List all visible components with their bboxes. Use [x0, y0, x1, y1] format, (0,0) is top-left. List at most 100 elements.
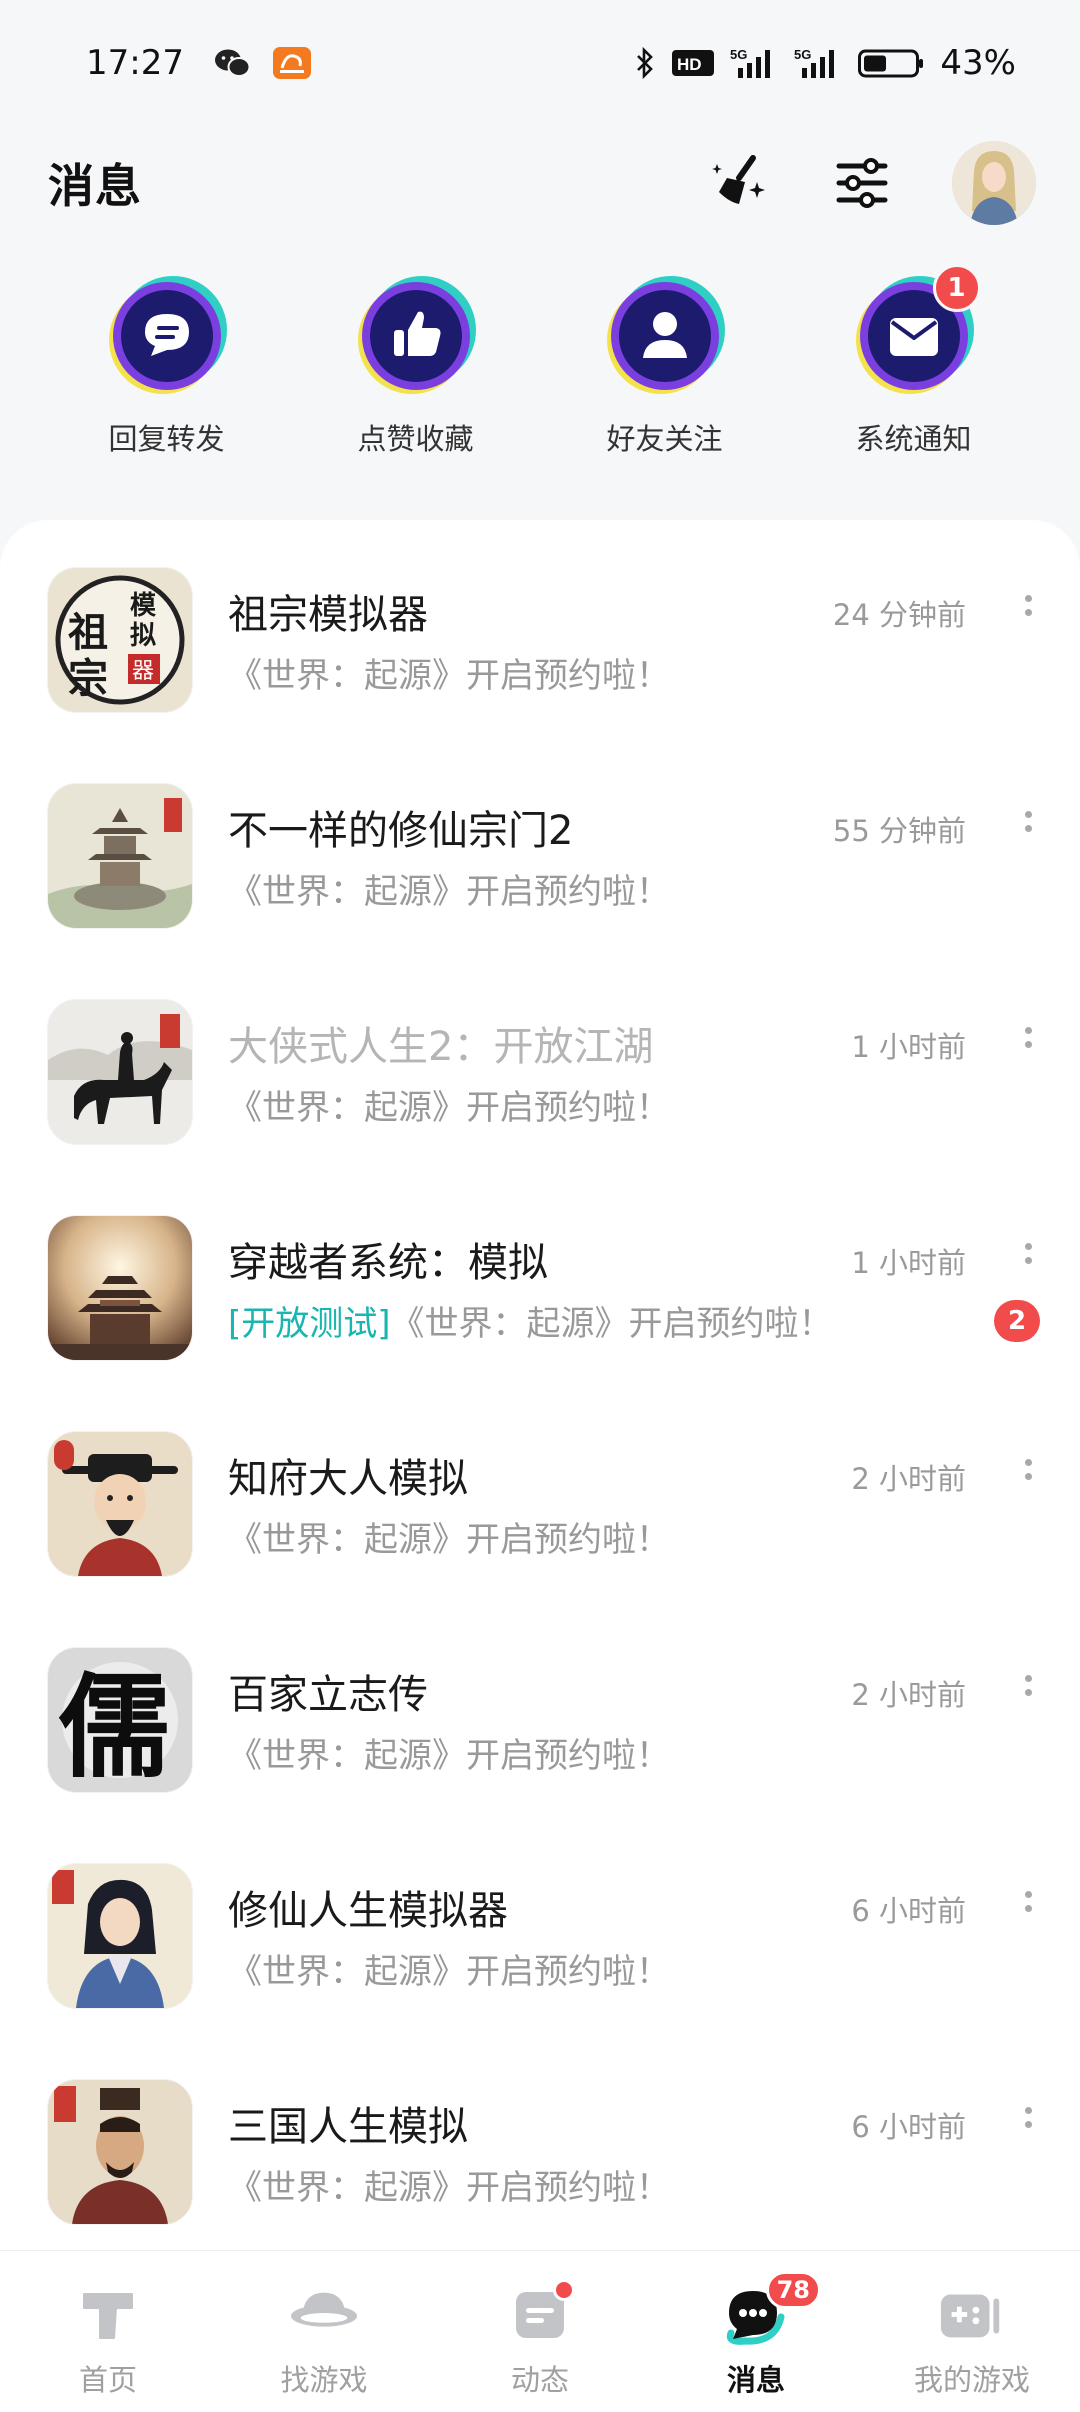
- more-options-button[interactable]: [1006, 1012, 1050, 1062]
- nav-messages[interactable]: 78 消息: [648, 2251, 864, 2412]
- item-preview-text: 《世界：起源》开启预约啦！: [390, 1304, 833, 1344]
- svg-text:5G: 5G: [794, 47, 811, 62]
- svg-text:5G: 5G: [730, 47, 747, 62]
- more-dot: [1024, 1026, 1032, 1034]
- list-item[interactable]: 三国人生模拟 《世界：起源》开启预约啦！ 6 小时前: [0, 2032, 1080, 2248]
- avatar-image: [952, 140, 1036, 225]
- more-options-button[interactable]: [1006, 1228, 1050, 1278]
- message-icon: 78: [721, 2271, 821, 2347]
- more-dot: [1024, 1242, 1032, 1250]
- list-item[interactable]: 不一样的修仙宗门2 《世界：起源》开启预约啦！ 55 分钟前: [0, 736, 1080, 952]
- list-item[interactable]: 大侠式人生2：开放江湖 《世界：起源》开启预约啦！ 1 小时前: [0, 952, 1080, 1168]
- ru-character-icon: 儒: [48, 1648, 192, 1792]
- page-title: 消息: [48, 158, 142, 213]
- more-dot: [1024, 594, 1032, 602]
- quick-friends-follow[interactable]: 好友关注: [580, 272, 750, 472]
- quick-label: 系统通知: [855, 422, 972, 456]
- list-item[interactable]: 修仙人生模拟器 《世界：起源》开启预约啦！ 6 小时前: [0, 1816, 1080, 2032]
- item-time: 1 小时前: [851, 1246, 966, 1280]
- more-dot: [1024, 1688, 1032, 1696]
- bluetooth-icon: [637, 46, 654, 79]
- more-dot: [1024, 608, 1032, 616]
- more-dot: [1024, 1472, 1032, 1480]
- item-title: 修仙人生模拟器: [228, 1888, 508, 1934]
- home-t-icon: [73, 2281, 143, 2347]
- nav-home[interactable]: 首页: [0, 2251, 216, 2412]
- item-time: 6 小时前: [851, 2110, 966, 2144]
- nav-feed[interactable]: 动态: [432, 2251, 648, 2412]
- bottom-nav: 首页 找游戏 动态 78 消息 我的游戏: [0, 2250, 1080, 2412]
- more-dot: [1024, 1040, 1032, 1048]
- status-time: 17:27: [86, 42, 184, 83]
- item-preview: [开放测试]《世界：起源》开启预约啦！: [228, 1296, 833, 1345]
- item-title: 百家立志传: [228, 1672, 428, 1718]
- ancestor-sim-icon: 祖 宗 模 拟 器: [48, 568, 192, 712]
- more-options-button[interactable]: [1006, 1444, 1050, 1494]
- nav-label: 我的游戏: [913, 2363, 1030, 2397]
- rider-icon: [48, 1000, 192, 1144]
- feed-icon: [505, 2279, 575, 2347]
- nav-label: 消息: [726, 2363, 785, 2397]
- open-test-tag: [开放测试]: [228, 1304, 391, 1344]
- more-options-button[interactable]: [1006, 796, 1050, 846]
- filter-button[interactable]: [830, 151, 894, 215]
- header: 消息: [0, 125, 1080, 240]
- magistrate-icon: [48, 1432, 192, 1576]
- item-time: 2 小时前: [851, 1678, 966, 1712]
- message-count-badge: 78: [765, 2271, 821, 2309]
- more-dot: [1024, 1890, 1032, 1898]
- quick-label: 点赞收藏: [357, 422, 474, 456]
- avatar[interactable]: [952, 140, 1036, 225]
- message-list: 祖 宗 模 拟 器 祖宗模拟器 《世界：起源》开启预约啦！ 24 分钟前 不一样…: [0, 520, 1080, 2250]
- svg-text:祖: 祖: [68, 609, 108, 656]
- list-item[interactable]: 儒 百家立志传 《世界：起源》开启预约啦！ 2 小时前: [0, 1600, 1080, 1816]
- svg-text:宗: 宗: [68, 655, 108, 702]
- list-item[interactable]: 祖 宗 模 拟 器 祖宗模拟器 《世界：起源》开启预约啦！ 24 分钟前: [0, 520, 1080, 736]
- unread-badge: 2: [994, 1300, 1040, 1342]
- svg-text:拟: 拟: [130, 621, 156, 651]
- thumbs-up-icon: [357, 276, 476, 394]
- signal-5g-icon-2: 5G: [794, 47, 835, 78]
- clean-button[interactable]: [708, 151, 772, 215]
- svg-text:器: 器: [132, 659, 154, 684]
- more-options-button[interactable]: [1006, 1660, 1050, 1710]
- nav-my-games[interactable]: 我的游戏: [864, 2251, 1080, 2412]
- svg-text:HD: HD: [677, 55, 702, 74]
- item-title: 穿越者系统：模拟: [228, 1240, 548, 1286]
- more-dot: [1024, 1904, 1032, 1912]
- item-time: 24 分钟前: [832, 598, 966, 632]
- app-notification-icon: [272, 46, 311, 79]
- quick-likes-favorites[interactable]: 点赞收藏: [331, 272, 501, 472]
- more-dot: [1024, 824, 1032, 832]
- quick-reply-forward[interactable]: 回复转发: [82, 272, 252, 472]
- status-bar: 17:27 HD 5G 5G 43%: [0, 0, 1080, 125]
- nav-find-games[interactable]: 找游戏: [216, 2251, 432, 2412]
- item-title: 不一样的修仙宗门2: [228, 808, 574, 854]
- chat-bubble-icon: [108, 276, 227, 394]
- item-preview: 《世界：起源》开启预约啦！: [228, 1520, 670, 1560]
- more-dot: [1024, 1256, 1032, 1264]
- item-time: 55 分钟前: [832, 814, 966, 848]
- item-title: 知府大人模拟: [228, 1456, 468, 1502]
- nav-label: 找游戏: [280, 2363, 368, 2397]
- signal-5g-icon: 5G: [730, 47, 771, 78]
- new-activity-dot: [553, 2279, 575, 2301]
- battery-icon: [858, 49, 924, 77]
- more-options-button[interactable]: [1006, 2092, 1050, 2142]
- nav-label: 动态: [510, 2363, 569, 2397]
- quick-label: 好友关注: [606, 422, 723, 456]
- item-preview: 《世界：起源》开启预约啦！: [228, 656, 670, 696]
- item-title: 三国人生模拟: [228, 2104, 468, 2150]
- list-item[interactable]: 穿越者系统：模拟 [开放测试]《世界：起源》开启预约啦！ 1 小时前 2: [0, 1168, 1080, 1384]
- battery-percent: 43%: [940, 42, 1016, 83]
- nav-label: 首页: [78, 2363, 137, 2397]
- item-time: 2 小时前: [851, 1462, 966, 1496]
- list-item[interactable]: 知府大人模拟 《世界：起源》开启预约啦！ 2 小时前: [0, 1384, 1080, 1600]
- item-preview: 《世界：起源》开启预约啦！: [228, 2168, 670, 2208]
- more-options-button[interactable]: [1006, 580, 1050, 630]
- more-dot: [1024, 810, 1032, 818]
- more-options-button[interactable]: [1006, 1876, 1050, 1926]
- quick-system-notice[interactable]: 1 系统通知: [829, 264, 999, 472]
- clean-icon: [712, 154, 765, 204]
- wechat-icon: [214, 49, 250, 77]
